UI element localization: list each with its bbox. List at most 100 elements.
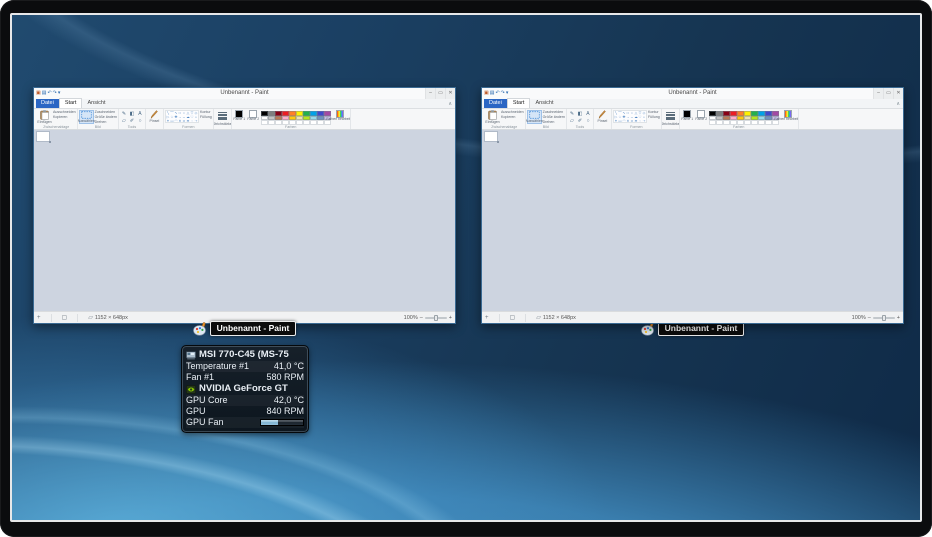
- pencil-icon[interactable]: ✎: [568, 111, 576, 118]
- qat-dropdown-icon[interactable]: ▾: [58, 91, 61, 96]
- stroke-size-button[interactable]: Strichstärke: [215, 110, 230, 126]
- pencil-icon[interactable]: ✎: [120, 111, 128, 118]
- minimize-button[interactable]: –: [873, 88, 883, 99]
- eraser-icon[interactable]: ▱: [120, 118, 128, 125]
- gpu-fan-bar-gloss: [261, 420, 303, 422]
- shapes-gallery[interactable]: ╲⌒∿□○△▽◇▷☆✚→↔☁♡⌂✶▭◠✕∞≋◌➝: [613, 110, 647, 123]
- zoom-slider[interactable]: [425, 317, 447, 319]
- fill-bucket-icon[interactable]: ◧: [576, 111, 584, 118]
- text-tool-icon[interactable]: A: [136, 111, 144, 118]
- zoom-level: 100%: [404, 315, 418, 321]
- redo-icon[interactable]: ↷: [53, 91, 57, 96]
- tab-home[interactable]: Start: [59, 98, 83, 108]
- shape-icon[interactable]: ➝: [642, 119, 646, 123]
- paint-work-area[interactable]: [482, 130, 903, 311]
- sensor-value: 41,0 °C: [274, 361, 304, 372]
- zoom-slider-thumb[interactable]: [434, 315, 438, 321]
- rotate-button[interactable]: Drehen: [95, 121, 117, 125]
- copy-button[interactable]: Kopieren: [53, 116, 76, 120]
- paint-icon: [193, 322, 207, 336]
- stroke-group: Strichstärke: [214, 109, 232, 129]
- tools-grid[interactable]: ✎◧A ▱✐○: [568, 110, 592, 125]
- close-button[interactable]: ✕: [445, 88, 455, 99]
- magnifier-icon[interactable]: ○: [136, 118, 144, 125]
- stroke-size-button[interactable]: Strichstärke: [663, 110, 678, 126]
- color1-button[interactable]: Farbe 1: [233, 110, 246, 122]
- sensor-row: GPU Fan: [186, 417, 304, 428]
- zoom-slider-thumb[interactable]: [882, 315, 886, 321]
- paint-window-2: ▣▤↶↷▾ Unbenannt - Paint – ▭ ✕ Datei Star…: [481, 87, 904, 324]
- zoom-control: 100% – +: [404, 315, 452, 321]
- zoom-out-button[interactable]: –: [420, 315, 423, 321]
- tab-home[interactable]: Start: [507, 98, 531, 108]
- redo-icon[interactable]: ↷: [501, 91, 505, 96]
- brushes-button[interactable]: Pinsel: [595, 110, 610, 123]
- ribbon-collapse-icon[interactable]: ∧: [448, 101, 452, 107]
- color-picker-icon[interactable]: ✐: [128, 118, 136, 125]
- tab-file[interactable]: Datei: [484, 99, 507, 108]
- close-button[interactable]: ✕: [893, 88, 903, 99]
- color2-button[interactable]: Farbe 2: [695, 110, 708, 122]
- fill-bucket-icon[interactable]: ◧: [128, 111, 136, 118]
- eraser-icon[interactable]: ▱: [568, 118, 576, 125]
- fill-dropdown[interactable]: Füllung: [200, 116, 212, 120]
- brushes-label: Pinsel: [150, 119, 160, 123]
- tools-group: ✎◧A ▱✐○ Tools: [567, 109, 594, 129]
- ribbon-collapse-icon[interactable]: ∧: [896, 101, 900, 107]
- paste-button[interactable]: Einfügen: [485, 110, 500, 124]
- color1-button[interactable]: Farbe 1: [681, 110, 694, 122]
- title-bar[interactable]: ▣▤↶↷▾ Unbenannt - Paint – ▭ ✕: [482, 88, 903, 99]
- brushes-button[interactable]: Pinsel: [147, 110, 162, 123]
- select-button[interactable]: Auswählen: [527, 110, 542, 124]
- paint-canvas[interactable]: [484, 131, 498, 142]
- quick-access-toolbar[interactable]: ▣▤↶↷▾: [484, 88, 508, 99]
- title-bar[interactable]: ▣▤↶↷▾ Unbenannt - Paint – ▭ ✕: [34, 88, 455, 99]
- paint-app-icon[interactable]: ▣: [484, 91, 489, 96]
- save-icon[interactable]: ▤: [490, 91, 495, 96]
- paste-button[interactable]: Einfügen: [37, 110, 52, 124]
- shape-icon[interactable]: ➝: [194, 119, 198, 123]
- undo-icon[interactable]: ↶: [47, 91, 51, 96]
- edit-colors-button[interactable]: Farben bearbeiten: [332, 110, 349, 122]
- sensor-value: 42,0 °C: [274, 395, 304, 406]
- tools-group: ✎◧A▱✐○ Tools: [119, 109, 146, 129]
- paint-canvas[interactable]: [36, 131, 50, 142]
- text-tool-icon[interactable]: A: [584, 111, 592, 118]
- tools-group-label: Tools: [568, 125, 592, 129]
- qat-dropdown-icon[interactable]: ▾: [506, 91, 509, 96]
- shapes-gallery[interactable]: ╲⌒∿□○△▽◇▷☆✚→↔☁♡⌂✶▭◠✕∞≋◌➝: [165, 110, 199, 123]
- sensor-label: GPU: [186, 406, 206, 417]
- tab-view[interactable]: Ansicht: [530, 99, 558, 108]
- quick-access-toolbar[interactable]: ▣▤↶↷▾: [36, 88, 60, 99]
- color2-button[interactable]: Farbe 2: [247, 110, 260, 122]
- tools-grid[interactable]: ✎◧A ▱✐○: [120, 110, 144, 125]
- desktop[interactable]: ▣▤↶↷▾ Unbenannt - Paint – ▭ ✕ Datei Star…: [10, 13, 922, 522]
- hardware-monitor-gadget[interactable]: MSI 770-C45 (MS-75 Temperature #1 41,0 °…: [181, 345, 309, 433]
- fill-dropdown[interactable]: Füllung: [648, 116, 660, 120]
- color-picker-icon[interactable]: ✐: [576, 118, 584, 125]
- zoom-in-button[interactable]: +: [897, 315, 900, 321]
- copy-button[interactable]: Kopieren: [501, 116, 524, 120]
- minimize-button[interactable]: –: [425, 88, 435, 99]
- undo-icon[interactable]: ↶: [495, 91, 499, 96]
- zoom-in-button[interactable]: +: [449, 315, 452, 321]
- edit-colors-button[interactable]: Farben bearbeiten: [780, 110, 797, 122]
- select-button[interactable]: Auswählen: [79, 110, 94, 124]
- tab-view[interactable]: Ansicht: [82, 99, 110, 108]
- maximize-button[interactable]: ▭: [435, 88, 445, 99]
- paint-work-area[interactable]: [34, 130, 455, 311]
- zoom-out-button[interactable]: –: [868, 315, 871, 321]
- maximize-button[interactable]: ▭: [883, 88, 893, 99]
- zoom-slider[interactable]: [873, 317, 895, 319]
- paint-app-icon[interactable]: ▣: [36, 91, 41, 96]
- gpu-fan-bar: [260, 419, 304, 426]
- taskbar-preview-label[interactable]: Unbenannt - Paint: [210, 321, 297, 336]
- clipboard-group-label: Zwischenablage: [37, 125, 76, 129]
- brush-icon: [598, 110, 606, 119]
- tab-file[interactable]: Datei: [36, 99, 59, 108]
- monitor-bezel: ▣▤↶↷▾ Unbenannt - Paint – ▭ ✕ Datei Star…: [0, 0, 932, 537]
- save-icon[interactable]: ▤: [42, 91, 47, 96]
- rotate-button[interactable]: Drehen: [543, 121, 565, 125]
- gpu-name: NVIDIA GeForce GT: [199, 383, 288, 395]
- magnifier-icon[interactable]: ○: [584, 118, 592, 125]
